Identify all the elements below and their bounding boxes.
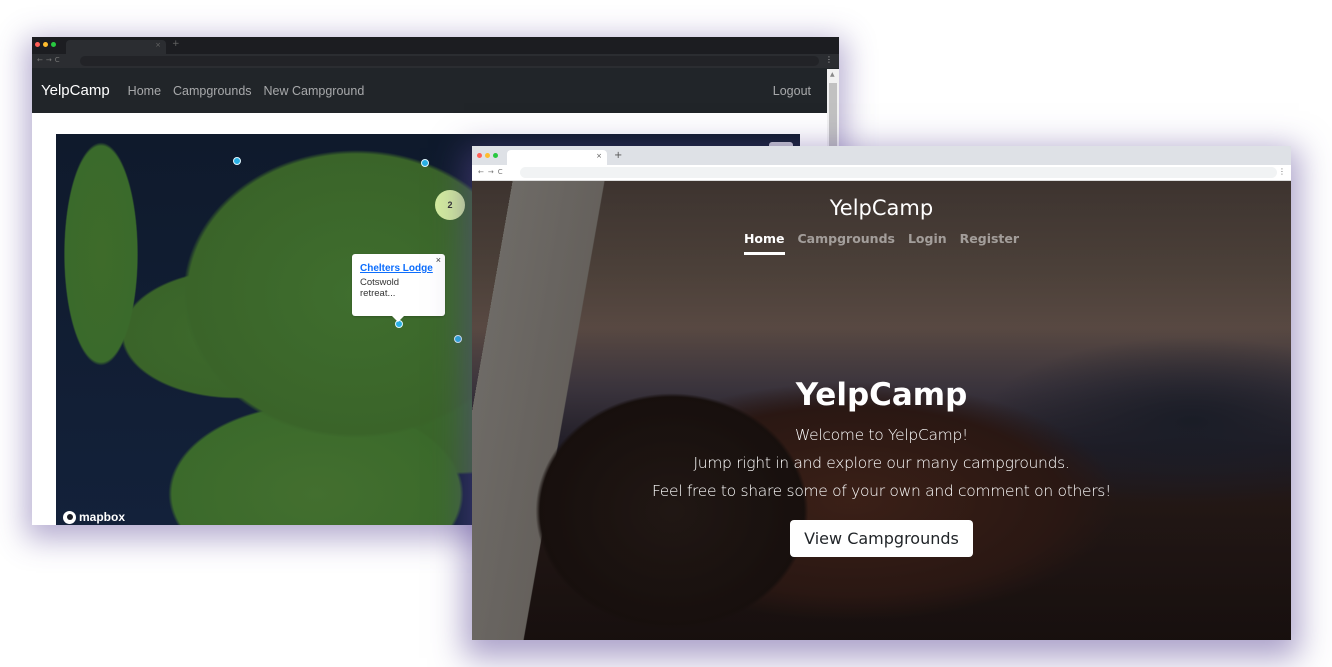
hero-content: YelpCamp Welcome to YelpCamp! Jump right… (472, 377, 1291, 557)
window-controls (477, 153, 498, 158)
tab-bar: × + (32, 37, 839, 54)
close-window-button[interactable] (477, 153, 482, 158)
nav-link-home[interactable]: Home (743, 231, 785, 255)
campground-popup: × Chelters Lodge Cotswold retreat... (352, 254, 445, 322)
close-tab-icon[interactable]: × (155, 41, 161, 49)
popup-description: Cotswold retreat... (360, 277, 400, 299)
hero-section: YelpCamp Home Campgrounds Login Register… (472, 181, 1291, 640)
close-popup-icon[interactable]: × (436, 255, 441, 265)
hero-welcome-line: Welcome to YelpCamp! (795, 426, 968, 444)
browser-menu-icon[interactable]: ⋮ (825, 55, 833, 64)
address-bar: ←→C ⋮ (32, 54, 839, 68)
view-campgrounds-button[interactable]: View Campgrounds (790, 520, 973, 557)
nav-link-campgrounds[interactable]: Campgrounds (173, 84, 252, 98)
minimize-window-button[interactable] (485, 153, 490, 158)
forward-arrow-icon[interactable]: → (488, 168, 498, 176)
reload-icon[interactable]: C (498, 168, 507, 176)
composite-screenshot: × + ←→C ⋮ YelpCamp Home Campgrounds New … (0, 0, 1332, 667)
url-input[interactable] (80, 56, 819, 66)
nav-link-campgrounds[interactable]: Campgrounds (798, 231, 895, 255)
site-brand: YelpCamp (829, 196, 934, 220)
maximize-window-button[interactable] (493, 153, 498, 158)
nav-link-new-campground[interactable]: New Campground (264, 84, 365, 98)
new-tab-button[interactable]: + (172, 39, 180, 49)
popup-campground-link[interactable]: Chelters Lodge (360, 263, 437, 274)
mapbox-icon (63, 510, 76, 524)
url-input[interactable] (520, 167, 1277, 178)
campground-marker[interactable] (454, 335, 462, 343)
maximize-window-button[interactable] (51, 42, 56, 47)
browser-tab[interactable]: × (66, 40, 166, 54)
browser-menu-icon[interactable]: ⋮ (1278, 167, 1286, 176)
navbar-brand[interactable]: YelpCamp (41, 82, 110, 99)
navbar: YelpCamp Home Campgrounds New Campground… (32, 68, 839, 113)
nav-link-home[interactable]: Home (128, 84, 161, 98)
close-tab-icon[interactable]: × (596, 152, 602, 160)
window-controls (35, 42, 56, 47)
browser-nav-icons: ←→C (478, 168, 507, 176)
browser-nav-icons: ←→C (37, 56, 63, 64)
tab-bar: × + (472, 146, 1291, 165)
main-nav: Home Campgrounds Login Register (472, 231, 1291, 255)
reload-icon[interactable]: C (55, 56, 63, 64)
mapbox-wordmark: mapbox (79, 510, 126, 524)
minimize-window-button[interactable] (43, 42, 48, 47)
scroll-up-icon[interactable]: ▲ (830, 71, 835, 78)
back-arrow-icon[interactable]: ← (478, 168, 488, 176)
mapbox-logo[interactable]: mapbox (63, 510, 125, 524)
landing-page-window: × + ←→C ⋮ YelpCamp Home Campgrounds Logi… (472, 146, 1291, 640)
hero-share-line: Feel free to share some of your own and … (652, 482, 1111, 500)
address-bar: ←→C ⋮ (472, 165, 1291, 181)
new-tab-button[interactable]: + (614, 150, 622, 161)
back-arrow-icon[interactable]: ← (37, 56, 46, 64)
hero-title: YelpCamp (795, 377, 968, 413)
campground-marker[interactable] (421, 159, 429, 167)
close-window-button[interactable] (35, 42, 40, 47)
logout-link[interactable]: Logout (773, 84, 811, 98)
nav-link-register[interactable]: Register (960, 231, 1019, 255)
campground-marker[interactable] (233, 157, 241, 165)
hero-explore-line: Jump right in and explore our many campg… (693, 454, 1070, 472)
forward-arrow-icon[interactable]: → (46, 56, 55, 64)
marker-cluster[interactable]: 2 (435, 190, 465, 220)
nav-link-login[interactable]: Login (908, 231, 947, 255)
browser-tab[interactable]: × (507, 150, 607, 165)
